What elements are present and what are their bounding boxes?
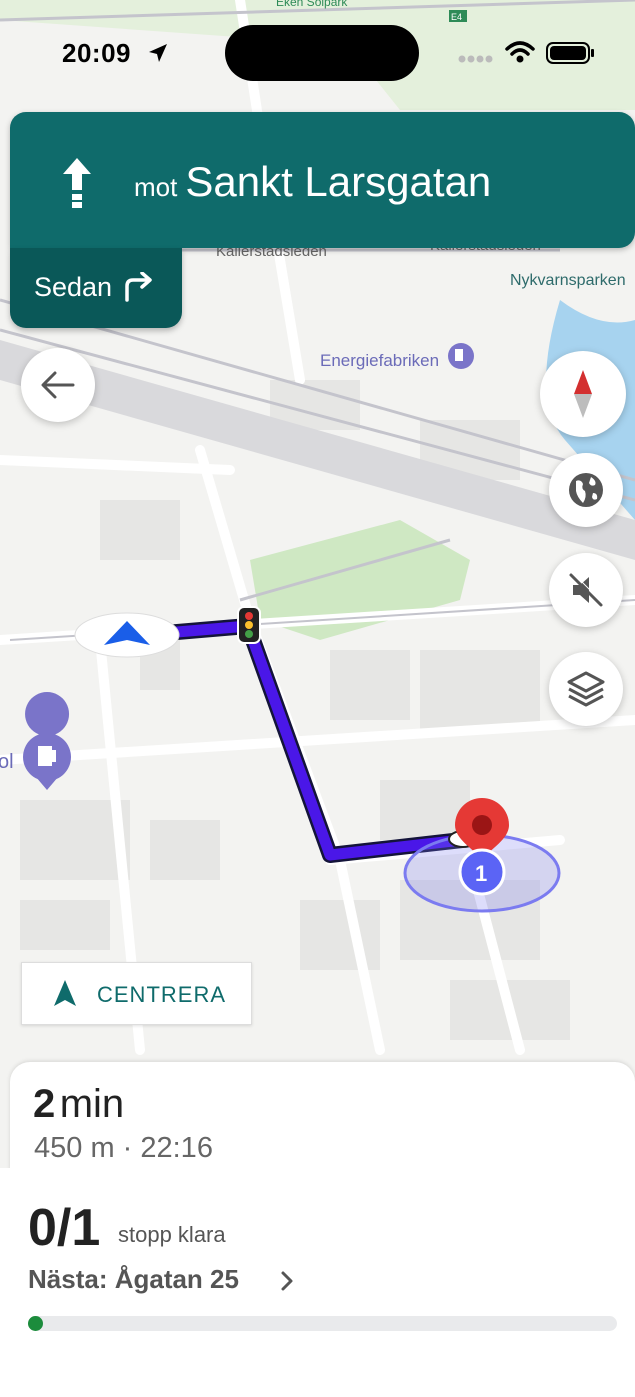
dynamic-island (225, 25, 419, 81)
map-label-energiefabriken: Energiefabriken (320, 351, 439, 370)
stops-progress-indicator (28, 1316, 43, 1331)
battery-icon (546, 42, 594, 64)
mute-button[interactable] (549, 553, 623, 627)
stop-number-label: 1 (475, 861, 487, 886)
then-maneuver-box: Sedan (10, 248, 182, 328)
turn-right-arrow-icon (125, 272, 152, 302)
map-label-nykvarnsparken: Nykvarnsparken (510, 272, 626, 289)
navigation-banner[interactable]: mot Sankt Larsgatan (10, 112, 635, 248)
layers-button[interactable] (549, 652, 623, 726)
arrow-left-icon (41, 371, 75, 399)
layers-icon (567, 671, 605, 707)
chevron-right-icon[interactable] (280, 1270, 294, 1292)
eta-duration-value: 2 (33, 1082, 56, 1126)
location-arrow-icon (149, 44, 167, 62)
compass-button[interactable] (540, 351, 626, 437)
navigation-arrow-icon (54, 980, 76, 1006)
stops-label: stopp klara (118, 1222, 226, 1247)
fuel-station-icon (448, 343, 474, 369)
wifi-icon (505, 41, 535, 63)
globe-button[interactable] (549, 453, 623, 527)
stops-panel: 0/1 stopp klara Nästa: Ågatan 25 (0, 1168, 635, 1397)
direction-prefix: mot (134, 172, 178, 202)
signal-icon (458, 55, 493, 63)
eta-distance-arrival: 450 m · 22:16 (34, 1132, 213, 1164)
straight-arrow-icon (63, 158, 91, 208)
eta-duration-unit: min (59, 1082, 125, 1126)
center-button-label: CENTRERA (97, 982, 227, 1007)
next-street-name: Sankt Larsgatan (185, 158, 492, 205)
traffic-light-icon (237, 606, 261, 644)
back-button[interactable] (21, 348, 95, 422)
next-stop-link[interactable]: Nästa: Ågatan 25 (28, 1264, 239, 1295)
stops-count: 0/1 (28, 1199, 101, 1257)
eta-card[interactable]: 2 min 450 m · 22:16 (10, 1062, 635, 1172)
stops-progress-bar (28, 1316, 617, 1331)
status-bar: 20:09 (0, 0, 635, 104)
globe-icon (569, 473, 603, 507)
status-time: 20:09 (62, 38, 131, 68)
eta-duration: 2 min (33, 1082, 124, 1127)
map-label-partial: ol (0, 751, 14, 773)
compass-icon (574, 370, 592, 418)
center-button[interactable]: CENTRERA (21, 962, 252, 1025)
speaker-muted-icon (569, 572, 604, 607)
next-maneuver-text: mot Sankt Larsgatan (134, 158, 491, 206)
then-label: Sedan (34, 272, 113, 302)
